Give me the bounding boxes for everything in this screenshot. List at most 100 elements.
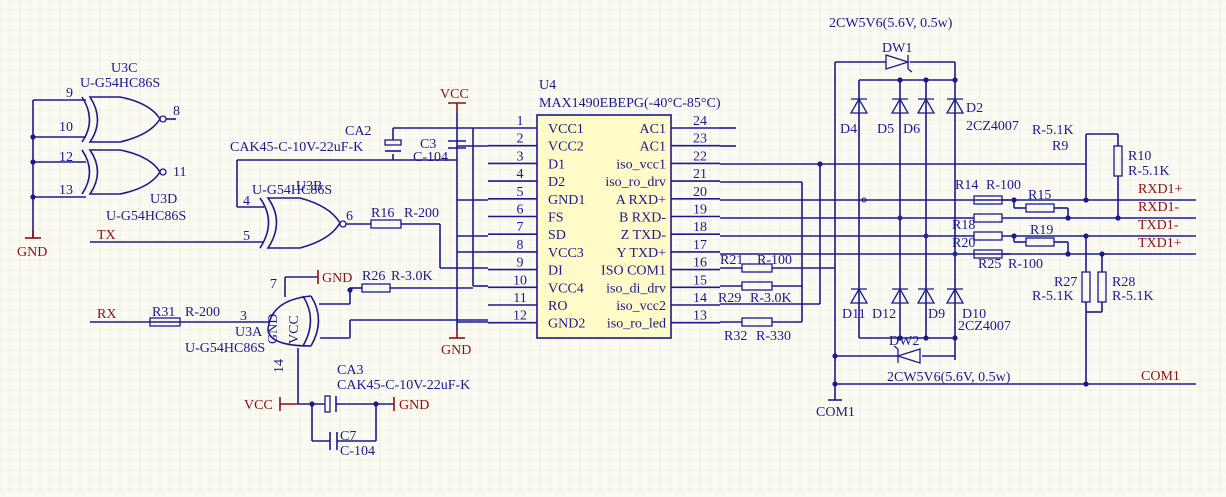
u4-left-pin-name: FS	[548, 211, 564, 226]
u4-right-pin-num: 23	[693, 132, 707, 147]
gate-u3d: 11 U3D U-G54HC86S 12 13	[59, 149, 186, 224]
u3c-ref: U3C	[111, 61, 137, 76]
u4-left-pin-name: GND2	[548, 317, 585, 332]
u3a-gnd-pin: GND	[266, 314, 281, 344]
r27-part: R-5.1K	[1032, 289, 1074, 304]
u3d-pin-out: 11	[173, 165, 186, 180]
u4-right-pin-num: 20	[693, 185, 707, 200]
u4-left-pin-num: 7	[517, 220, 524, 235]
gnd-left-label: GND	[17, 245, 47, 260]
r10-part: R-5.1K	[1128, 164, 1170, 179]
u4-chip: U4 MAX1490EBEPG(-40°C-85°C) 1 VCC1 2 VCC2 3 D…	[488, 78, 721, 339]
u4-right-pin-num: 13	[693, 309, 707, 324]
u3d-part: U-G54HC86S	[106, 209, 186, 224]
d6-ref: D6	[903, 122, 920, 137]
r9-part: R-5.1K	[1032, 123, 1074, 138]
r14-part: R-100	[986, 178, 1021, 193]
u4-left-pin-name: VCC1	[548, 122, 584, 137]
u4-left-pin-num: 12	[513, 309, 527, 324]
u3a-ref: U3A	[235, 325, 263, 340]
r19-ref: R19	[1030, 223, 1053, 238]
gnd-ca3-label: GND	[399, 398, 429, 413]
u4-right-pin-num: 21	[693, 167, 707, 182]
u4-left-pin-name: DI	[548, 264, 563, 279]
u3b-part: U-G54HC86S	[252, 183, 332, 198]
r21-ref: R21	[720, 253, 743, 268]
net-txd-plus: TXD1+	[1138, 236, 1182, 251]
u4-right-pin-num: 24	[693, 114, 707, 129]
r20-ref: R20	[952, 236, 975, 251]
u4-right-pin-num: 17	[693, 238, 707, 253]
u3d-pin-b: 13	[59, 183, 73, 198]
r14-ref: R14	[955, 178, 978, 193]
d11-ref: D11	[842, 307, 866, 322]
r29-ref: R29	[718, 291, 741, 306]
r32-ref: R32	[724, 329, 747, 344]
d10-part: 2CZ4007	[958, 319, 1011, 334]
u4-left-pin-name: VCC4	[548, 281, 584, 296]
u4-right-pin-num: 16	[693, 256, 707, 271]
vcc-ca3-label: VCC	[244, 398, 273, 413]
u4-right-pin-name: Z TXD-	[621, 228, 667, 243]
schematic-canvas: U4 MAX1490EBEPG(-40°C-85°C) 1VCC12VCC23D…	[0, 0, 1226, 492]
u3c-pin-out: 8	[173, 104, 180, 119]
u4-right-pin-name: iso_di_drv	[606, 281, 666, 296]
schematic-sheet: U4 MAX1490EBEPG(-40°C-85°C) 1 VCC1 2 VCC2 3 D…	[0, 0, 1226, 492]
u4-right-pin-num: 14	[693, 291, 707, 306]
net-txd-minus: TXD1-	[1138, 218, 1179, 233]
u4-right-pin-num: 18	[693, 220, 707, 235]
u4-right-pin-name: ISO COM1	[601, 264, 666, 279]
c7-part: C-104	[340, 444, 375, 459]
dw1-part: 2CW5V6(5.6V, 0.5w)	[829, 16, 953, 31]
u4-left-pin-num: 8	[517, 238, 524, 253]
r28-part: R-5.1K	[1112, 289, 1154, 304]
r31-ref: R31	[152, 305, 175, 320]
r29-part: R-3.0K	[750, 291, 792, 306]
net-tx: TX	[97, 228, 116, 243]
r16-part: R-200	[404, 206, 439, 221]
u3a-pin-gnd: 7	[270, 277, 277, 292]
r28-ref: R28	[1112, 275, 1135, 290]
u3a-part: U-G54HC86S	[185, 341, 265, 356]
u4-right-pin-name: AC1	[640, 122, 666, 137]
u4-right-pin-name: iso_vcc2	[616, 299, 666, 314]
u4-left-pin-num: 4	[517, 167, 524, 182]
u4-left-pin-num: 5	[517, 185, 524, 200]
u3c-pin-b: 10	[59, 120, 73, 135]
dw1-ref: DW1	[882, 41, 912, 56]
r16-ref: R16	[371, 206, 394, 221]
u3c-part: U-G54HC86S	[80, 76, 160, 91]
net-rxd-plus: RXD1+	[1138, 182, 1183, 197]
u4-left-pin-name: VCC2	[548, 140, 584, 155]
r26-part: R-3.0K	[391, 269, 433, 284]
ca3-ref: CA3	[337, 363, 363, 378]
u4-right-pin-name: AC1	[640, 140, 666, 155]
r10-ref: R10	[1128, 149, 1151, 164]
d2-ref: D2	[966, 101, 983, 116]
r9-ref: R9	[1052, 139, 1068, 154]
r15-ref: R15	[1028, 188, 1051, 203]
d5-ref: D5	[877, 122, 894, 137]
u4-right-pin-name: iso_vcc1	[616, 157, 666, 172]
dw2-ref: DW2	[889, 334, 919, 349]
u4-right-pin-num: 19	[693, 203, 707, 218]
u4-left-pin-num: 11	[513, 291, 526, 306]
d12-ref: D12	[872, 307, 896, 322]
u4-left-pin-name: SD	[548, 228, 566, 243]
u4-left-pin-name: GND1	[548, 193, 585, 208]
com1-bottom-label: COM1	[816, 405, 855, 420]
u4-left-pin-num: 1	[517, 114, 524, 129]
u3d-ref: U3D	[150, 192, 177, 207]
gnd-u3a-label: GND	[322, 271, 352, 286]
u4-left-pin-num: 9	[517, 256, 524, 271]
net-rx: RX	[97, 307, 116, 322]
d9-ref: D9	[928, 307, 945, 322]
net-com1: COM1	[1141, 369, 1180, 384]
d4-ref: D4	[840, 122, 857, 137]
u4-right-pin-name: iso_ro_drv	[605, 175, 666, 190]
u4-left-pin-name: D1	[548, 157, 565, 172]
caps-ca3-c7: VCC GND CA3 CAK45-C-10V-22uF-K C7 C-104	[244, 363, 470, 459]
r27-ref: R27	[1054, 275, 1077, 290]
u3c-pin-a: 9	[66, 86, 73, 101]
u4-right-pin-name: iso_ro_led	[607, 317, 666, 332]
